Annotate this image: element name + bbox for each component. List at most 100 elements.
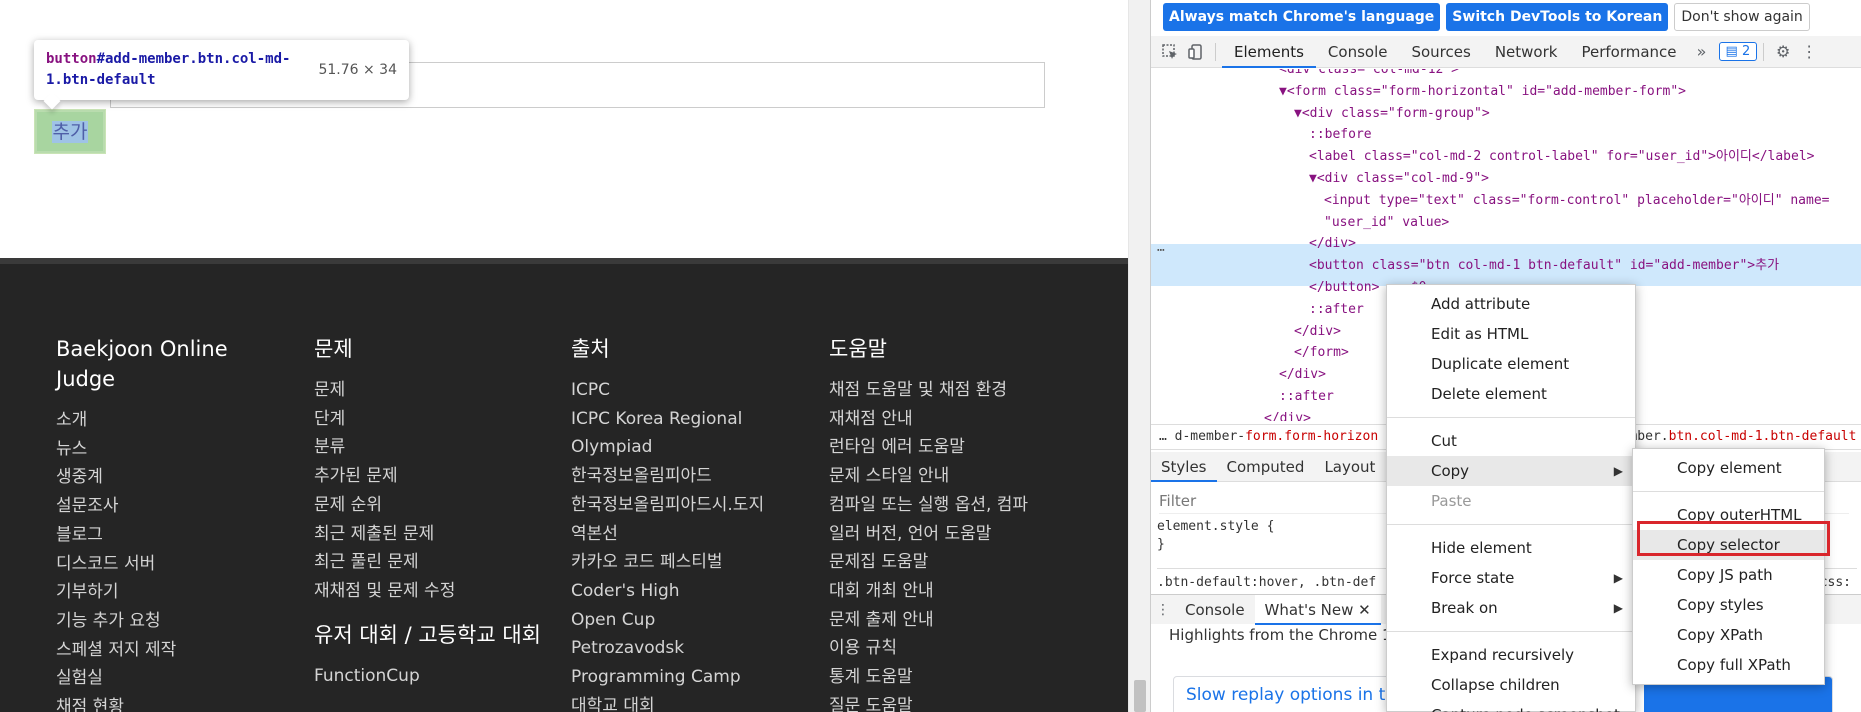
menu-item-copy-full-xpath[interactable]: Copy full XPath	[1633, 650, 1824, 680]
menu-item-edit-as-html[interactable]: Edit as HTML	[1387, 319, 1635, 349]
issues-badge[interactable]: ▤ 2	[1718, 42, 1758, 61]
footer-link[interactable]: Open Cup	[571, 606, 811, 635]
menu-item-paste[interactable]: Paste	[1387, 486, 1635, 516]
footer-link[interactable]: 기능 추가 요청	[56, 607, 276, 636]
footer-link[interactable]: 뉴스	[56, 435, 276, 464]
footer-link[interactable]: 통계 도움말	[829, 663, 1089, 692]
kebab-menu-icon[interactable]: ⋮	[1796, 39, 1822, 65]
tab-layout[interactable]: Layout	[1314, 452, 1385, 482]
footer-link[interactable]: 카카오 코드 페스티벌	[571, 548, 811, 577]
more-tabs-icon[interactable]: »	[1689, 39, 1715, 65]
dom-node-line[interactable]: <div class="col-md-12">	[1279, 69, 1459, 80]
dom-node-line[interactable]: </div>	[1279, 364, 1326, 385]
tab-styles[interactable]: Styles	[1151, 452, 1217, 482]
tab-sources[interactable]: Sources	[1399, 36, 1482, 68]
dom-node-line[interactable]: ::after	[1309, 299, 1364, 320]
footer-link[interactable]: 문제	[314, 376, 554, 405]
breadcrumb-button[interactable]: member.btn.col-md-1.btn-default	[1614, 429, 1857, 444]
menu-item-force-state[interactable]: Force state ▶	[1387, 563, 1635, 593]
footer-link[interactable]: 분류	[314, 433, 554, 462]
menu-item-break-on[interactable]: Break on ▶	[1387, 593, 1635, 623]
footer-link[interactable]: ICPC	[571, 376, 811, 405]
tab-computed[interactable]: Computed	[1217, 452, 1315, 482]
gear-icon[interactable]: ⚙	[1770, 39, 1796, 65]
footer-link[interactable]: 스페셜 저지 제작	[56, 636, 276, 665]
menu-item-collapse-children[interactable]: Collapse children	[1387, 670, 1635, 700]
footer-link[interactable]: 한국정보올림피아드시.도지	[571, 491, 811, 520]
footer-link[interactable]: 채점 현황	[56, 693, 276, 712]
footer-link[interactable]: 기부하기	[56, 578, 276, 607]
page-scrollbar[interactable]	[1128, 0, 1150, 712]
footer-link[interactable]: 채점 도움말 및 채점 환경	[829, 376, 1089, 405]
dom-node-line[interactable]: ▼<div class="col-md-9">	[1309, 168, 1489, 189]
footer-link[interactable]: 대회 개최 안내	[829, 577, 1089, 606]
switch-korean-button[interactable]: Switch DevTools to Korean	[1446, 3, 1669, 31]
footer-link[interactable]: 역본선	[571, 520, 811, 549]
footer-link[interactable]: 컴파일 또는 실행 옵션, 컴파	[829, 491, 1089, 520]
menu-item-copy-xpath[interactable]: Copy XPath	[1633, 620, 1824, 650]
footer-link[interactable]: 소개	[56, 406, 276, 435]
menu-item-copy-element[interactable]: Copy element	[1633, 453, 1824, 483]
footer-link[interactable]: 추가된 문제	[314, 462, 554, 491]
tab-performance[interactable]: Performance	[1569, 36, 1688, 68]
menu-item-capture-node-screenshot[interactable]: Capture node screenshot	[1387, 700, 1635, 712]
menu-item-delete-element[interactable]: Delete element	[1387, 379, 1635, 409]
drawer-tab-console[interactable]: Console	[1175, 595, 1255, 625]
device-toolbar-icon[interactable]	[1183, 39, 1209, 65]
menu-item-expand-recursively[interactable]: Expand recursively	[1387, 640, 1635, 670]
menu-item-copy-js-path[interactable]: Copy JS path	[1633, 560, 1824, 590]
footer-link[interactable]: Petrozavodsk	[571, 634, 811, 663]
dom-node-line[interactable]: ▼<div class="form-group">	[1294, 103, 1490, 124]
footer-link[interactable]: 런타임 에러 도움말	[829, 433, 1089, 462]
dom-node-line[interactable]: <button class="btn col-md-1 btn-default"…	[1309, 255, 1779, 276]
breadcrumb-more[interactable]: …	[1159, 429, 1175, 444]
footer-link[interactable]: 생중계	[56, 463, 276, 492]
dom-node-line[interactable]: "user_id" value>	[1324, 212, 1449, 233]
footer-link[interactable]: Programming Camp	[571, 663, 811, 692]
dom-node-line[interactable]: <label class="col-md-2 control-label" fo…	[1309, 146, 1814, 167]
footer-link[interactable]: 문제 스타일 안내	[829, 462, 1089, 491]
dom-node-line[interactable]: ▼<form class="form-horizontal" id="add-m…	[1279, 81, 1686, 102]
footer-link[interactable]: 설문조사	[56, 492, 276, 521]
footer-link[interactable]: 디스코드 서버	[56, 550, 276, 579]
menu-item-copy[interactable]: Copy ▶	[1387, 456, 1635, 486]
footer-link[interactable]: 문제 출제 안내	[829, 606, 1089, 635]
drawer-tab-whats-new[interactable]: What's New ✕	[1254, 594, 1381, 625]
match-language-button[interactable]: Always match Chrome's language	[1163, 3, 1441, 31]
footer-link[interactable]: Olympiad	[571, 433, 811, 462]
footer-link[interactable]: 실험실	[56, 664, 276, 693]
scrollbar-thumb[interactable]	[1134, 680, 1146, 712]
menu-item-add-attribute[interactable]: Add attribute	[1387, 289, 1635, 319]
footer-link[interactable]: FunctionCup	[314, 662, 554, 691]
footer-link[interactable]: 이용 규칙	[829, 634, 1089, 663]
footer-link[interactable]: 일러 버전, 언어 도움말	[829, 520, 1089, 549]
breadcrumb-form[interactable]: d-member-form.form-horizon	[1175, 429, 1379, 444]
dom-node-line[interactable]: ::after	[1279, 386, 1334, 407]
dom-node-line[interactable]: </div>	[1309, 233, 1356, 254]
footer-link[interactable]: 블로그	[56, 521, 276, 550]
menu-item-copy-styles[interactable]: Copy styles	[1633, 590, 1824, 620]
footer-link[interactable]: 문제집 도움말	[829, 548, 1089, 577]
inspect-element-icon[interactable]	[1157, 39, 1183, 65]
dom-node-line[interactable]: </div>	[1264, 408, 1311, 421]
node-actions-icon[interactable]: ⋯	[1157, 243, 1165, 258]
dom-node-line[interactable]: </form>	[1294, 342, 1349, 363]
footer-link[interactable]: 문제 순위	[314, 491, 554, 520]
footer-link[interactable]: 한국정보올림피아드	[571, 462, 811, 491]
footer-link[interactable]: 재채점 및 문제 수정	[314, 577, 554, 606]
tab-elements[interactable]: Elements	[1222, 36, 1316, 68]
footer-link[interactable]: 재채점 안내	[829, 405, 1089, 434]
dom-node-line[interactable]: ::before	[1309, 124, 1372, 145]
dom-node-line[interactable]: <input type="text" class="form-control" …	[1324, 190, 1829, 211]
tab-network[interactable]: Network	[1483, 36, 1570, 68]
footer-link[interactable]: Coder's High	[571, 577, 811, 606]
add-member-button[interactable]: 추가	[34, 109, 106, 154]
menu-item-duplicate-element[interactable]: Duplicate element	[1387, 349, 1635, 379]
footer-link[interactable]: 대학교 대회	[571, 692, 811, 712]
dom-node-line[interactable]: </div>	[1294, 321, 1341, 342]
footer-link[interactable]: 질문 도움말	[829, 692, 1089, 712]
menu-item-hide-element[interactable]: Hide element	[1387, 533, 1635, 563]
dont-show-again-button[interactable]: Don't show again	[1674, 3, 1810, 31]
footer-link[interactable]: ICPC Korea Regional	[571, 405, 811, 434]
tab-console[interactable]: Console	[1316, 36, 1400, 68]
